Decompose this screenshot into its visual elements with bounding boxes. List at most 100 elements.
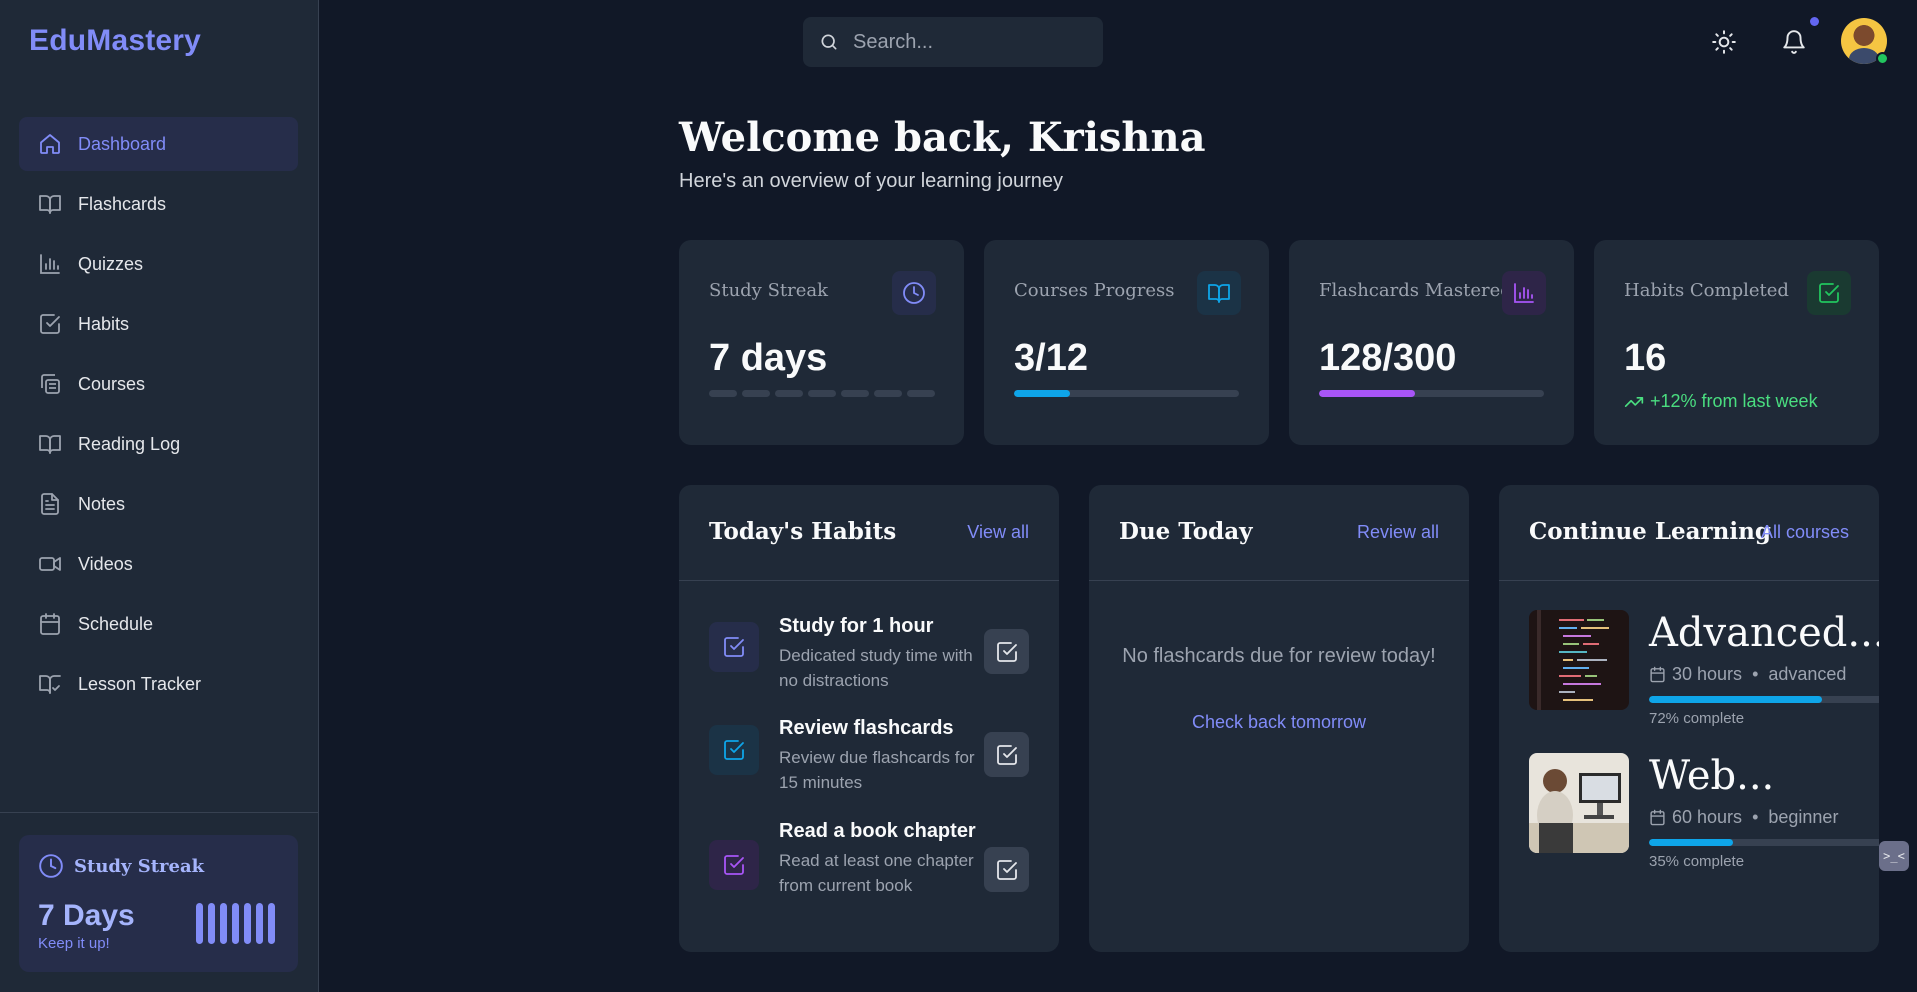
streak-bars <box>196 903 275 944</box>
dev-tools-button[interactable]: >_< <box>1879 841 1909 871</box>
sidebar-item-reading-log[interactable]: Reading Log <box>19 417 298 471</box>
due-today-panel: Due Today Review all No flashcards due f… <box>1089 485 1469 952</box>
habit-description: Read at least one chapter from current b… <box>779 851 974 895</box>
panel-title: Today's Habits <box>709 518 897 545</box>
sidebar-item-quizzes[interactable]: Quizzes <box>19 237 298 291</box>
complete-habit-button[interactable] <box>984 847 1029 892</box>
streak-segment <box>808 390 836 397</box>
course-progress-track <box>1649 839 1879 846</box>
streak-bar <box>244 903 251 944</box>
all-courses-link[interactable]: All courses <box>1761 522 1849 543</box>
sidebar-item-flashcards[interactable]: Flashcards <box>19 177 298 231</box>
streak-segments <box>709 390 935 397</box>
complete-habit-button[interactable] <box>984 629 1029 674</box>
panel-title: Continue Learning <box>1529 518 1771 545</box>
stat-label: Courses Progress <box>1014 280 1175 301</box>
complete-habit-button[interactable] <box>984 732 1029 777</box>
bar-chart-icon <box>38 252 62 276</box>
sidebar-item-label: Reading Log <box>78 433 181 454</box>
panel-divider <box>1499 580 1879 581</box>
clock-icon <box>39 854 63 878</box>
check-square-icon <box>996 859 1017 880</box>
sidebar-item-label: Lesson Tracker <box>78 673 202 694</box>
continue-learning-panel: Continue Learning All courses Advanced..… <box>1499 485 1879 952</box>
calendar-icon <box>1650 666 1665 683</box>
course-hours: 30 hours <box>1672 664 1743 684</box>
brand-logo[interactable]: EduMastery <box>29 24 201 58</box>
course-hours: 60 hours <box>1672 807 1743 827</box>
bar-chart-icon <box>1502 271 1546 315</box>
book-open-icon <box>38 432 62 456</box>
habit-description: Dedicated study time with no distraction… <box>779 646 973 690</box>
sidebar-item-notes[interactable]: Notes <box>19 477 298 531</box>
check-back-link[interactable]: Check back tomorrow <box>1119 712 1439 733</box>
home-icon <box>38 132 62 156</box>
stat-value: 3/12 <box>1014 337 1088 379</box>
review-all-link[interactable]: Review all <box>1357 522 1439 543</box>
clock-icon <box>892 271 936 315</box>
notifications-button[interactable] <box>1779 27 1809 57</box>
online-status-indicator <box>1876 52 1889 65</box>
notification-badge <box>1810 17 1819 26</box>
sidebar-nav: Dashboard Flashcards Quizzes Habits Cour… <box>19 117 298 717</box>
streak-segment <box>874 390 902 397</box>
stat-label: Flashcards Mastered <box>1319 280 1512 301</box>
stat-label: Study Streak <box>709 280 829 301</box>
course-level: beginner <box>1768 807 1839 827</box>
sidebar-streak-card: Study Streak 7 Days Keep it up! <box>19 835 298 972</box>
course-meta: 60 hours • beginner <box>1649 807 1838 828</box>
check-square-icon <box>709 622 759 672</box>
course-progress-label: 35% complete <box>1649 853 1745 870</box>
sidebar-item-videos[interactable]: Videos <box>19 537 298 591</box>
progress-track <box>1014 390 1239 397</box>
theme-toggle-button[interactable] <box>1709 27 1739 57</box>
streak-bar <box>268 903 275 944</box>
sidebar-item-courses[interactable]: Courses <box>19 357 298 411</box>
sidebar-item-habits[interactable]: Habits <box>19 297 298 351</box>
sidebar-item-lesson-tracker[interactable]: Lesson Tracker <box>19 657 298 711</box>
sidebar-item-label: Quizzes <box>78 253 144 274</box>
habit-name: Read a book chapter <box>779 820 976 842</box>
file-text-icon <box>38 492 62 516</box>
course-thumbnail <box>1529 610 1629 710</box>
course-title: Web... <box>1649 753 1775 799</box>
habits-panel: Today's Habits View all Study for 1 hour… <box>679 485 1059 952</box>
book-check-icon <box>38 672 62 696</box>
trend-indicator: +12% from last week <box>1624 391 1818 412</box>
search-input[interactable] <box>853 30 1073 54</box>
sidebar-item-schedule[interactable]: Schedule <box>19 597 298 651</box>
course-meta: 30 hours • advanced <box>1649 664 1846 685</box>
streak-bar <box>196 903 203 944</box>
panel-divider <box>679 580 1059 581</box>
course-title: Advanced... <box>1649 610 1879 656</box>
habit-name: Review flashcards <box>779 717 954 739</box>
book-open-icon <box>1197 271 1241 315</box>
search-bar[interactable] <box>803 17 1103 67</box>
progress-track <box>1319 390 1544 397</box>
check-square-icon <box>996 744 1017 765</box>
calendar-icon <box>1650 809 1665 826</box>
streak-segment <box>709 390 737 397</box>
sidebar-item-dashboard[interactable]: Dashboard <box>19 117 298 171</box>
habit-description: Review due flashcards for 15 minutes <box>779 748 975 792</box>
sun-icon <box>1712 30 1736 54</box>
sidebar-item-label: Flashcards <box>78 193 167 214</box>
course-thumbnail <box>1529 753 1629 853</box>
progress-fill <box>1319 390 1416 397</box>
sidebar-item-label: Courses <box>78 373 146 394</box>
sidebar: EduMastery Dashboard Flashcards Quizzes … <box>0 0 319 992</box>
streak-bar <box>208 903 215 944</box>
stat-label: Habits Completed <box>1624 280 1789 301</box>
panel-title: Due Today <box>1119 518 1253 545</box>
sidebar-item-label: Dashboard <box>78 133 167 154</box>
video-icon <box>38 552 62 576</box>
trend-text: +12% from last week <box>1650 391 1818 411</box>
view-all-link[interactable]: View all <box>967 522 1029 543</box>
streak-segment <box>907 390 935 397</box>
streak-bar <box>232 903 239 944</box>
course-progress-fill <box>1649 696 1822 703</box>
stat-card-study-streak: Study Streak 7 days <box>679 240 964 445</box>
stat-value: 16 <box>1624 337 1667 379</box>
streak-bar <box>256 903 263 944</box>
stat-card-flashcards-mastered: Flashcards Mastered 128/300 <box>1289 240 1574 445</box>
